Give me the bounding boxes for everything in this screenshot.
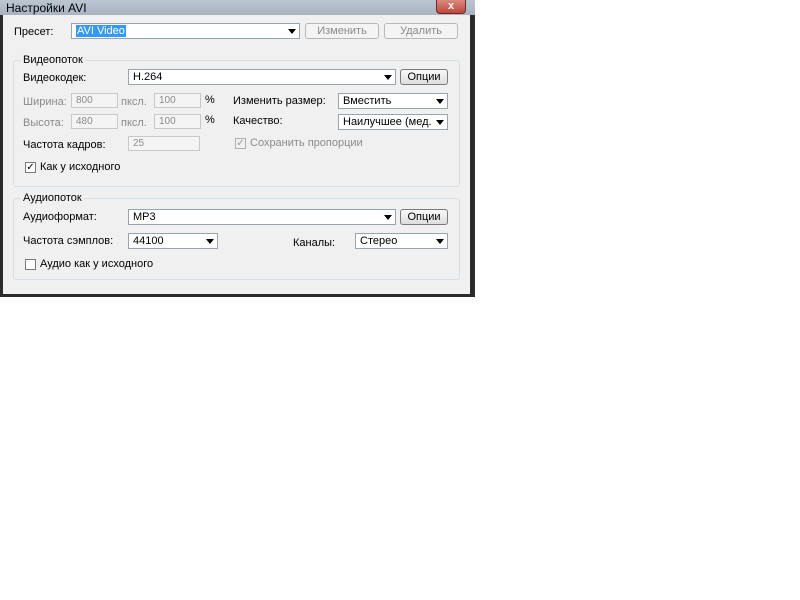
framerate-label: Частота кадров: — [23, 139, 106, 151]
samplerate-value: 44100 — [133, 235, 164, 247]
video-codec-combobox[interactable]: H.264 — [128, 69, 396, 85]
chevron-down-icon — [436, 239, 444, 244]
video-group-title: Видеопоток — [21, 54, 85, 66]
quality-combobox[interactable]: Наилучшее (мед. — [338, 114, 448, 130]
video-as-source-checkbox[interactable]: ✓ — [25, 162, 36, 173]
preset-label: Пресет: — [14, 26, 54, 38]
preset-combobox[interactable]: AVI Video — [71, 23, 300, 39]
width-percent-sign: % — [205, 94, 215, 106]
channels-label: Каналы: — [293, 237, 336, 249]
width-percent-input[interactable]: 100 — [154, 93, 201, 108]
chevron-down-icon — [384, 75, 392, 80]
width-unit: пксл. — [121, 96, 147, 108]
height-unit: пксл. — [121, 117, 147, 129]
audio-format-value: MP3 — [133, 211, 156, 223]
height-percent-input[interactable]: 100 — [154, 114, 201, 129]
audio-group-title: Аудиопоток — [21, 192, 84, 204]
edit-preset-button[interactable]: Изменить — [305, 23, 379, 39]
audio-options-button[interactable]: Опции — [400, 209, 448, 225]
audio-as-source-label: Аудио как у исходного — [40, 258, 154, 270]
height-percent-sign: % — [205, 114, 215, 126]
keep-proportions-label: Сохранить пропорции — [250, 137, 363, 149]
channels-value: Стерео — [360, 235, 398, 247]
window-title: Настройки AVI — [6, 1, 87, 15]
samplerate-combobox[interactable]: 44100 — [128, 233, 218, 249]
video-as-source-label: Как у исходного — [40, 161, 121, 173]
video-options-button[interactable]: Опции — [400, 69, 448, 85]
chevron-down-icon — [384, 215, 392, 220]
audio-as-source-checkbox[interactable] — [25, 259, 36, 270]
resize-value: Вместить — [343, 95, 392, 107]
width-label: Ширина: — [23, 96, 67, 108]
quality-value: Наилучшее (мед. — [343, 116, 432, 128]
title-bar[interactable]: Настройки AVI x — [0, 0, 475, 15]
resize-combobox[interactable]: Вместить — [338, 93, 448, 109]
width-input[interactable]: 800 — [71, 93, 118, 108]
audio-format-label: Аудиоформат: — [23, 211, 97, 223]
audio-format-combobox[interactable]: MP3 — [128, 209, 396, 225]
video-codec-value: H.264 — [133, 71, 163, 83]
chevron-down-icon — [206, 239, 214, 244]
samplerate-label: Частота сэмплов: — [23, 235, 114, 247]
dialog-body: Пресет: AVI Video Изменить Удалить Видео… — [3, 15, 470, 294]
quality-label: Качество: — [233, 115, 283, 127]
video-codec-label: Видеокодек: — [23, 72, 87, 84]
chevron-down-icon — [288, 29, 296, 34]
delete-preset-button[interactable]: Удалить — [384, 23, 458, 39]
channels-combobox[interactable]: Стерео — [355, 233, 448, 249]
close-button[interactable]: x — [436, 0, 466, 14]
height-label: Высота: — [23, 117, 64, 129]
dialog-window: Настройки AVI x Пресет: AVI Video Измени… — [0, 0, 475, 297]
keep-proportions-checkbox[interactable]: ✓ — [235, 138, 246, 149]
chevron-down-icon — [436, 120, 444, 125]
resize-label: Изменить размер: — [233, 95, 326, 107]
chevron-down-icon — [436, 99, 444, 104]
height-input[interactable]: 480 — [71, 114, 118, 129]
preset-value: AVI Video — [76, 25, 126, 37]
framerate-input[interactable]: 25 — [128, 136, 200, 151]
